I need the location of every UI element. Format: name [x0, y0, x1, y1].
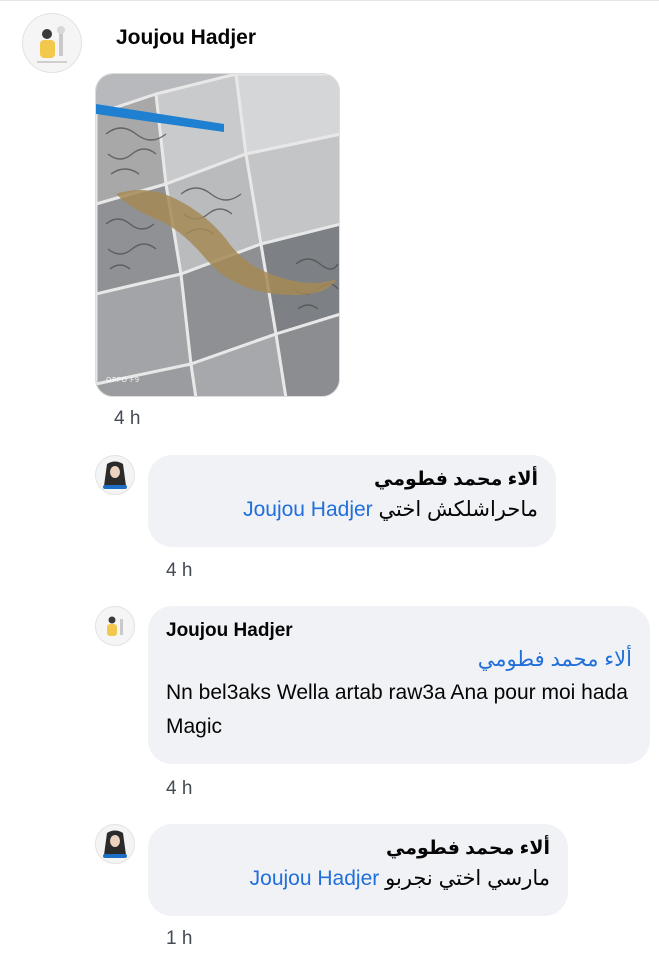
commenter-avatar[interactable]	[95, 455, 135, 495]
comment-text: مارسي اختي نجربو Joujou Hadjer	[166, 862, 550, 896]
post-time[interactable]: 4 h	[114, 408, 140, 430]
comment-text: Nn bel3aks Wella artab raw3a Ana pour mo…	[166, 681, 628, 738]
commenter-avatar[interactable]	[95, 824, 135, 864]
comment-text: ماحراشلكش اختي Joujou Hadjer	[166, 493, 538, 527]
comment-time[interactable]: 4 h	[166, 560, 192, 582]
post-photo[interactable]: OPPO F9	[95, 73, 340, 397]
comment-message: مارسي اختي نجربو	[385, 867, 550, 890]
comment-bubble: ألاء محمد فطومي مارسي اختي نجربو Joujou …	[148, 824, 568, 916]
comment-time[interactable]: 4 h	[166, 778, 192, 800]
comment-author[interactable]: ألاء محمد فطومي	[166, 467, 538, 493]
comment-mention[interactable]: ألاء محمد فطومي	[166, 644, 632, 676]
commenter-avatar[interactable]	[95, 606, 135, 646]
top-divider	[0, 0, 659, 1]
comment-mention[interactable]: Joujou Hadjer	[243, 498, 373, 521]
comment-mention[interactable]: Joujou Hadjer	[250, 867, 380, 890]
poster-name[interactable]: Joujou Hadjer	[116, 26, 256, 50]
comment-bubble: ألاء محمد فطومي ماحراشلكش اختي Joujou Ha…	[148, 455, 556, 547]
comment-author[interactable]: Joujou Hadjer	[166, 618, 632, 644]
comment-bubble: Joujou Hadjer ألاء محمد فطومي Nn bel3aks…	[148, 606, 650, 764]
comment-author[interactable]: ألاء محمد فطومي	[166, 836, 550, 862]
poster-avatar[interactable]	[22, 13, 82, 73]
photo-watermark: OPPO F9	[106, 376, 140, 384]
comment-message: ماحراشلكش اختي	[378, 498, 538, 521]
comment-time[interactable]: 1 h	[166, 928, 192, 950]
